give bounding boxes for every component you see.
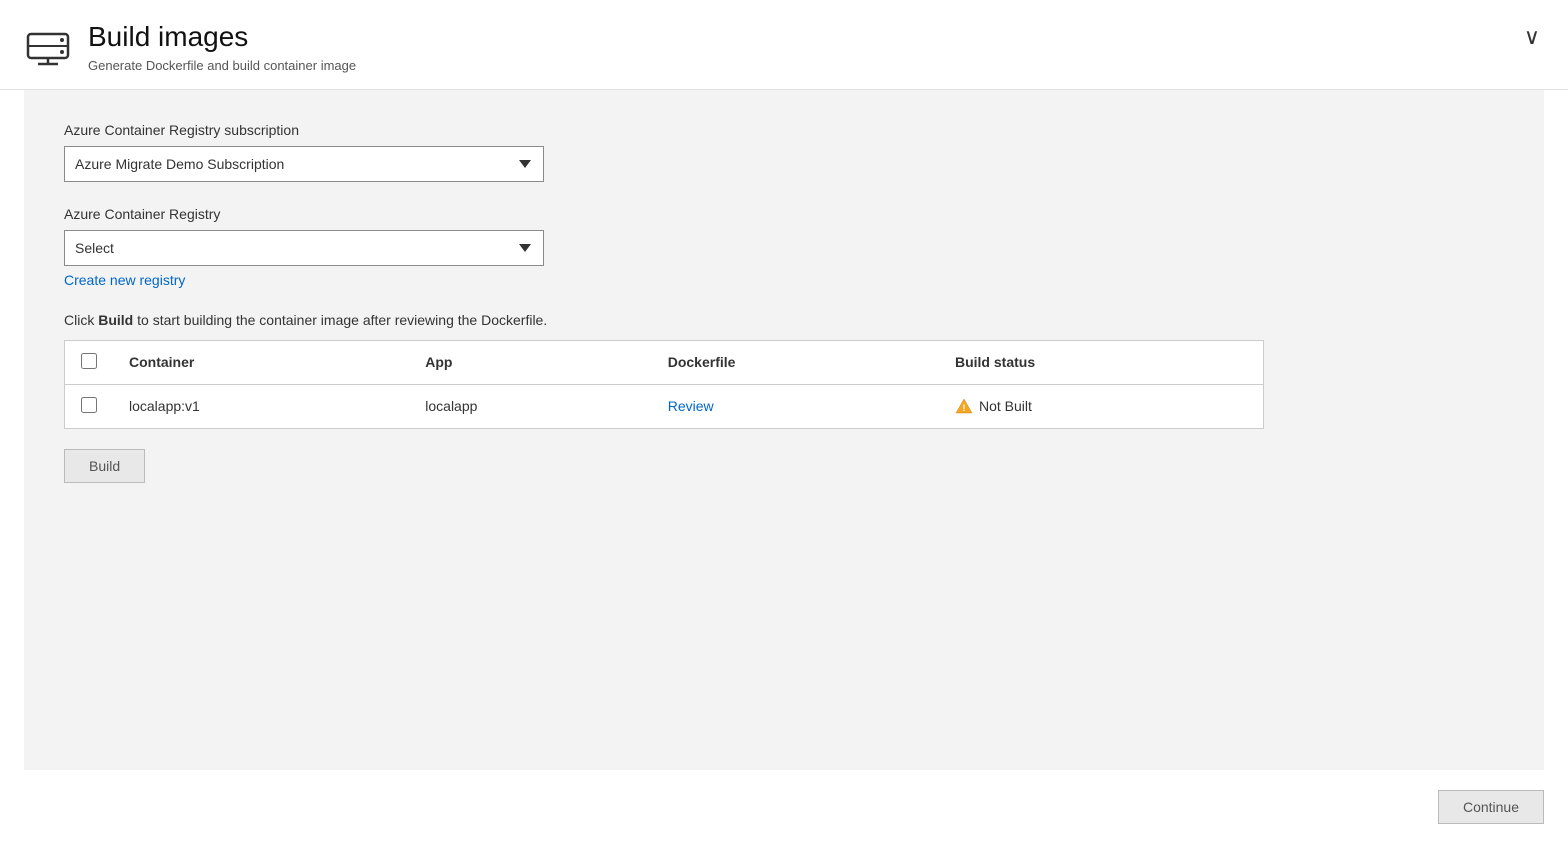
row-checkbox[interactable] (81, 397, 97, 413)
instruction-text: Click Build to start building the contai… (64, 312, 1504, 328)
select-all-checkbox[interactable] (81, 353, 97, 369)
build-status-text: Not Built (979, 398, 1032, 414)
build-button-area: Build (64, 449, 1504, 483)
review-link[interactable]: Review (668, 398, 714, 414)
subscription-label: Azure Container Registry subscription (64, 122, 1504, 138)
warning-icon: ! (955, 397, 973, 415)
subscription-section: Azure Container Registry subscription Az… (64, 122, 1504, 182)
table-header-container: Container (113, 340, 409, 384)
server-icon (24, 22, 72, 70)
row-dockerfile: Review (652, 384, 939, 428)
instruction-suffix: to start building the container image af… (133, 312, 547, 328)
continue-button[interactable]: Continue (1438, 790, 1544, 824)
row-checkbox-cell (65, 384, 114, 428)
registry-select[interactable]: Select (64, 230, 544, 266)
build-table: Container App Dockerfile Build status lo… (64, 340, 1264, 429)
table-header-checkbox (65, 340, 114, 384)
row-app: localapp (409, 384, 651, 428)
main-content: Azure Container Registry subscription Az… (24, 90, 1544, 770)
table-row: localapp:v1localapp Review! Not Built (65, 384, 1264, 428)
create-registry-link[interactable]: Create new registry (64, 272, 185, 288)
page-title: Build images (88, 20, 356, 54)
instruction-bold: Build (98, 312, 133, 328)
subscription-select[interactable]: Azure Migrate Demo Subscription (64, 146, 544, 182)
table-header-build-status: Build status (939, 340, 1264, 384)
footer-area: Continue (0, 770, 1568, 844)
row-build-status: ! Not Built (939, 384, 1264, 428)
registry-section: Azure Container Registry Select Create n… (64, 206, 1504, 288)
registry-label: Azure Container Registry (64, 206, 1504, 222)
build-button[interactable]: Build (64, 449, 145, 483)
row-container: localapp:v1 (113, 384, 409, 428)
instruction-prefix: Click (64, 312, 98, 328)
collapse-button[interactable]: ∨ (1520, 20, 1544, 54)
table-header-dockerfile: Dockerfile (652, 340, 939, 384)
svg-text:!: ! (962, 403, 965, 413)
table-header-app: App (409, 340, 651, 384)
page-subtitle: Generate Dockerfile and build container … (88, 58, 356, 73)
